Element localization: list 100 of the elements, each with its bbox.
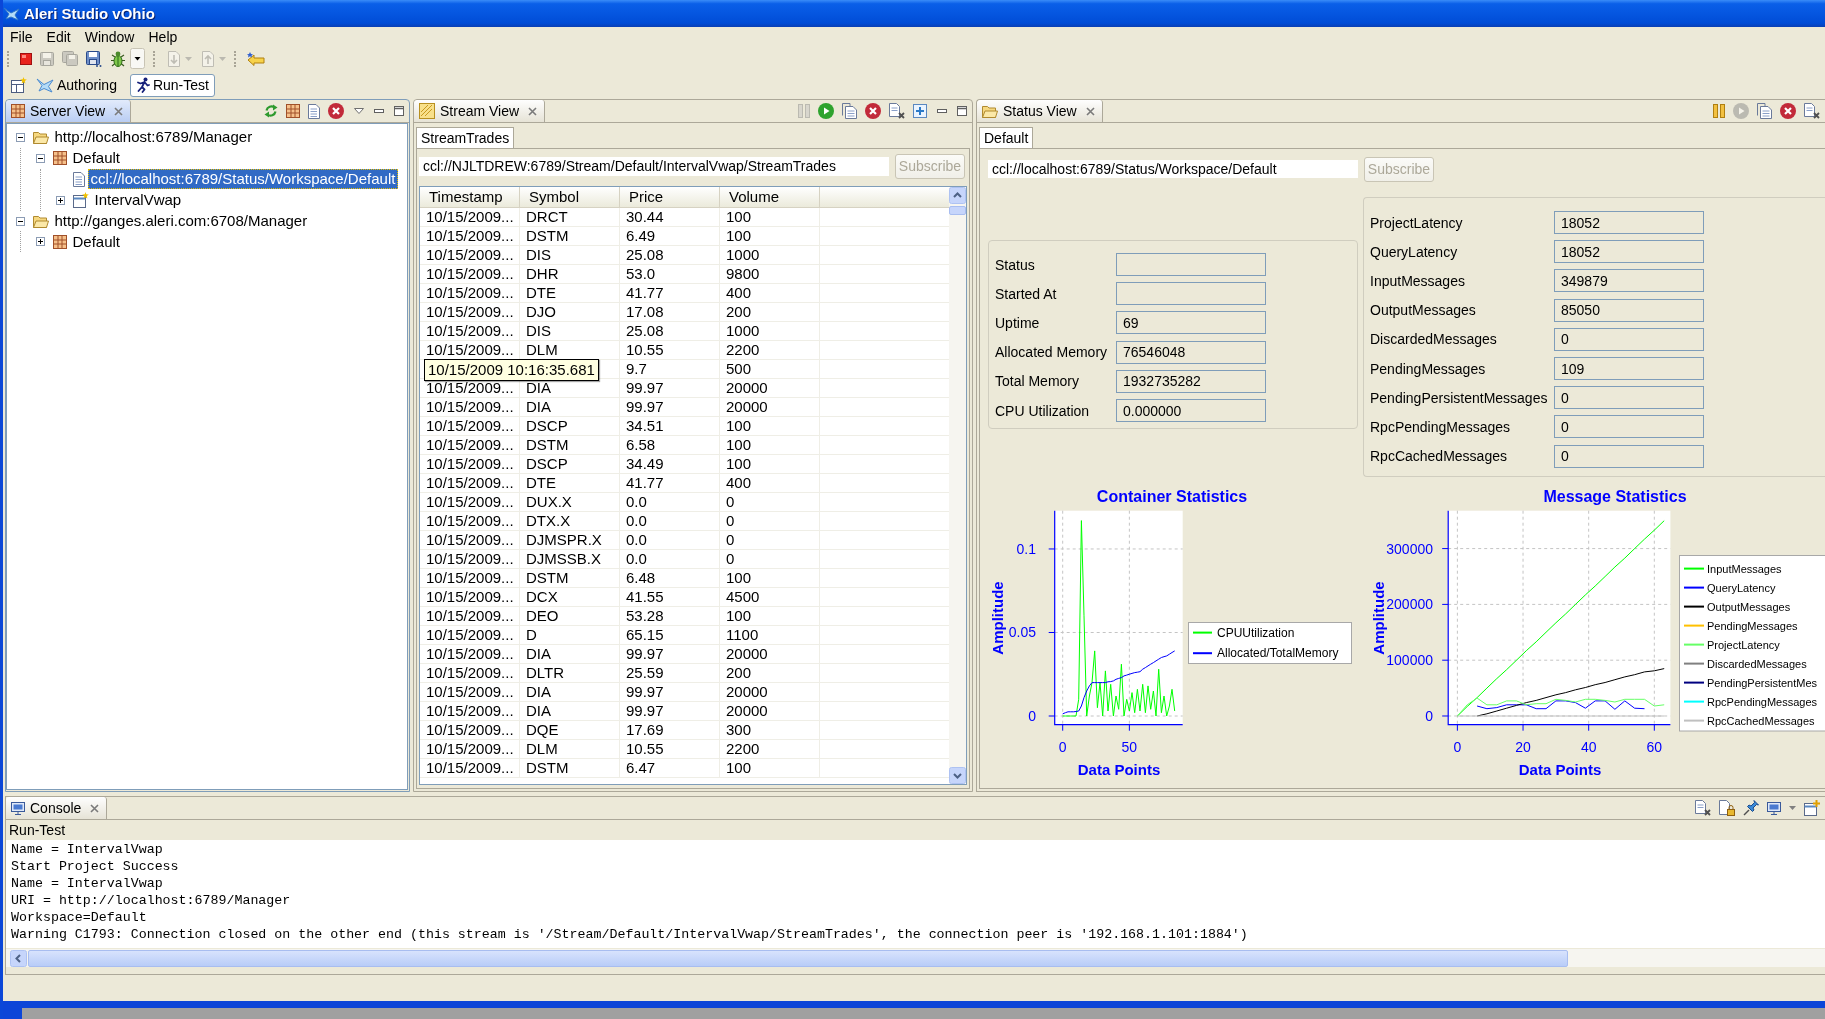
table-cell-text: 10/15/2009... bbox=[425, 683, 515, 701]
value-field[interactable]: 109 bbox=[1554, 357, 1704, 381]
pin-icon[interactable] bbox=[1743, 800, 1759, 816]
table-cell-text: 0 bbox=[725, 512, 736, 530]
grid-icon[interactable] bbox=[286, 104, 300, 118]
table-cell-text: 6.47 bbox=[625, 759, 657, 777]
tree-item[interactable]: ccl://localhost:6789/Status/Workspace/Default bbox=[87, 169, 399, 190]
monitor-icon[interactable] bbox=[1767, 801, 1781, 815]
view-tab[interactable]: Console bbox=[6, 797, 108, 819]
table-cell-text: 10/15/2009... bbox=[425, 759, 515, 777]
menu-item[interactable]: Window bbox=[77, 27, 142, 46]
menu-item[interactable]: Help bbox=[141, 27, 185, 46]
tab[interactable]: StreamTrades bbox=[416, 127, 515, 148]
tick-label: 0 bbox=[1453, 738, 1462, 755]
table-cell-text: DIA bbox=[525, 702, 552, 720]
scroll-thumb[interactable] bbox=[949, 206, 966, 215]
tree-item[interactable]: http://localhost:6789/Manager bbox=[51, 127, 256, 148]
table-cell-text: 20000 bbox=[725, 645, 769, 663]
vertical-scrollbar[interactable] bbox=[949, 187, 966, 784]
column-header[interactable]: Volume bbox=[720, 187, 820, 207]
table-cell-text: 41.55 bbox=[625, 588, 665, 606]
view-tab[interactable]: Stream View bbox=[414, 100, 546, 122]
document-icon[interactable] bbox=[308, 103, 320, 119]
close-icon[interactable] bbox=[1085, 106, 1095, 116]
table-cell-text: 99.97 bbox=[625, 398, 665, 416]
close-icon[interactable] bbox=[528, 106, 538, 116]
view-tab[interactable]: Server View bbox=[6, 100, 132, 122]
menu-item[interactable]: Edit bbox=[39, 27, 78, 46]
axis-title: Data Points bbox=[1518, 760, 1602, 778]
url-field[interactable]: ccl://NJLTDREW:6789/Stream/Default/IntervalVwap/StreamTrades bbox=[419, 156, 889, 176]
table-cell-text: DIA bbox=[525, 683, 552, 701]
table-cell-text: 6.58 bbox=[625, 436, 657, 454]
x-circle-icon[interactable] bbox=[328, 103, 344, 119]
close-icon[interactable] bbox=[90, 803, 100, 813]
document-x-icon[interactable] bbox=[889, 103, 905, 119]
minus-icon[interactable] bbox=[16, 216, 25, 226]
minimize-icon[interactable] bbox=[937, 109, 947, 113]
document-x-icon[interactable] bbox=[1804, 103, 1820, 119]
column-header[interactable]: Price bbox=[620, 187, 720, 207]
horizontal-scrollbar[interactable] bbox=[6, 949, 1825, 967]
table-cell-text: 0 bbox=[725, 531, 736, 549]
value-field[interactable]: 85050 bbox=[1554, 298, 1704, 322]
view-tab[interactable]: Status View bbox=[977, 100, 1103, 122]
plus-icon[interactable] bbox=[56, 195, 65, 205]
maximize-icon[interactable] bbox=[957, 106, 967, 116]
table-cell-text: 99.97 bbox=[625, 683, 665, 701]
menu-item[interactable]: File bbox=[3, 27, 40, 46]
table-cell-text: DIA bbox=[525, 379, 552, 397]
perspective-button[interactable]: Authoring bbox=[30, 73, 123, 97]
tree-item[interactable]: http://ganges.aleri.com:6708/Manager bbox=[51, 211, 311, 231]
minimize-icon[interactable] bbox=[374, 109, 384, 113]
play-icon[interactable] bbox=[818, 103, 834, 119]
folder-icon bbox=[32, 130, 49, 144]
copy-icon[interactable] bbox=[1757, 103, 1772, 119]
value-field[interactable] bbox=[1116, 282, 1266, 306]
left-arrow-icon[interactable] bbox=[247, 51, 265, 66]
value-field[interactable] bbox=[1116, 253, 1266, 277]
stop-icon[interactable] bbox=[20, 52, 32, 65]
value-field[interactable]: 1932735282 bbox=[1116, 369, 1266, 393]
window-sparkle-icon[interactable] bbox=[11, 77, 27, 93]
window-plus-icon[interactable] bbox=[1804, 800, 1820, 816]
document-lock-icon[interactable] bbox=[1719, 800, 1735, 816]
table-cell-text: 100 bbox=[725, 759, 753, 777]
value-field[interactable]: 349879 bbox=[1554, 269, 1704, 293]
copy-icon[interactable] bbox=[842, 103, 857, 119]
x-circle-icon[interactable] bbox=[1780, 103, 1796, 119]
value-field[interactable]: 18052 bbox=[1554, 240, 1704, 264]
document-x-icon[interactable] bbox=[1695, 800, 1711, 816]
value-field[interactable]: 69 bbox=[1116, 311, 1266, 335]
pause-icon[interactable] bbox=[1713, 104, 1725, 118]
perspective-button[interactable]: Run-Test bbox=[129, 73, 215, 97]
value-field[interactable]: 0 bbox=[1554, 327, 1704, 351]
value-field[interactable]: 18052 bbox=[1554, 211, 1704, 235]
table-cell-text: DSCP bbox=[525, 417, 569, 435]
maximize-icon[interactable] bbox=[394, 106, 404, 116]
column-header[interactable]: Timestamp bbox=[420, 187, 520, 207]
value-field[interactable]: 76546048 bbox=[1116, 340, 1266, 364]
legend-label: RpcPendingMessages bbox=[1707, 695, 1818, 708]
column-header[interactable]: Symbol bbox=[520, 187, 620, 207]
tree-item[interactable]: Default bbox=[69, 231, 124, 252]
tick-label: 20 bbox=[1515, 738, 1531, 755]
value-field[interactable]: 0.000000 bbox=[1116, 399, 1266, 423]
caret-icon[interactable] bbox=[130, 48, 145, 69]
minus-icon[interactable] bbox=[16, 132, 25, 142]
value-field[interactable]: 0 bbox=[1554, 444, 1704, 468]
tree-item[interactable]: Default bbox=[69, 148, 124, 169]
x-circle-icon[interactable] bbox=[865, 103, 881, 119]
value-field[interactable]: 0 bbox=[1554, 386, 1704, 410]
plus-icon[interactable] bbox=[36, 237, 45, 247]
minus-icon[interactable] bbox=[36, 153, 45, 163]
bug-icon[interactable] bbox=[110, 50, 126, 67]
bird-icon bbox=[36, 77, 54, 93]
table-cell-text: 10/15/2009... bbox=[425, 417, 515, 435]
tab[interactable]: Default bbox=[979, 127, 1034, 148]
refresh-icon[interactable] bbox=[264, 104, 278, 118]
url-field[interactable]: ccl://localhost:6789/Status/Workspace/Default bbox=[988, 160, 1358, 178]
scroll-thumb[interactable] bbox=[28, 949, 1568, 967]
close-icon[interactable] bbox=[114, 106, 124, 116]
value-field[interactable]: 0 bbox=[1554, 415, 1704, 439]
tree-item[interactable]: IntervalVwap bbox=[91, 190, 185, 211]
